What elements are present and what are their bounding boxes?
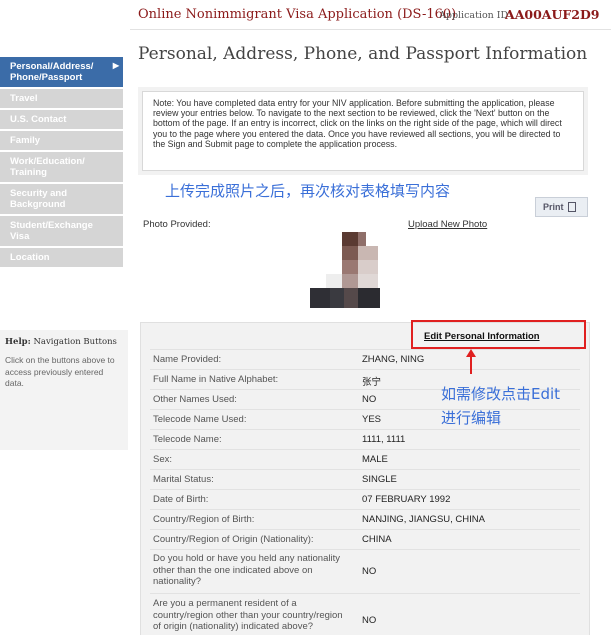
row-label: Marital Status: xyxy=(153,474,214,485)
table-row: Date of Birth: 07 FEBRUARY 1992 xyxy=(150,489,580,509)
sidebar-item-label: Location xyxy=(10,252,50,263)
row-value: NO xyxy=(362,615,377,626)
table-row: Telecode Name: 1111, 1111 xyxy=(150,429,580,449)
row-value: ZHANG, NING xyxy=(362,354,425,365)
row-label: Telecode Name Used: xyxy=(153,414,247,425)
print-icon xyxy=(567,202,576,212)
sidebar-item-student-exchange[interactable]: Student/Exchange Visa xyxy=(0,216,123,246)
arrow-shaft xyxy=(470,356,472,374)
photo-pixel xyxy=(342,232,358,246)
sidebar-item-label: Personal/Address/ Phone/Passport xyxy=(10,61,94,83)
row-label: Do you hold or have you held any nationa… xyxy=(153,553,340,587)
row-label: Are you a permanent resident of a countr… xyxy=(153,598,343,632)
photo-pixel xyxy=(330,288,344,308)
row-value: 1111, 1111 xyxy=(362,434,406,445)
sidebar-item-label: Student/Exchange Visa xyxy=(10,220,93,242)
annotation-edit-line1: 如需修改点击Edit xyxy=(441,385,561,403)
sidebar-item-travel[interactable]: Travel xyxy=(0,89,123,108)
row-label: Sex: xyxy=(153,454,173,465)
row-value: NO xyxy=(362,566,377,577)
photo-pixel xyxy=(358,288,380,308)
row-value: NANJING, JIANGSU, CHINA xyxy=(362,514,485,525)
sidebar-item-work-education[interactable]: Work/Education/ Training xyxy=(0,152,123,182)
print-label: Print xyxy=(543,202,564,212)
table-row: Do you hold or have you held any nationa… xyxy=(150,549,580,593)
row-label: Country/Region of Origin (Nationality): xyxy=(153,534,314,545)
row-value: 张宁 xyxy=(362,377,382,388)
photo-pixel xyxy=(342,274,358,288)
table-row: Country/Region of Origin (Nationality): C… xyxy=(150,529,580,549)
app-title: Online Nonimmigrant Visa Application (DS… xyxy=(138,7,457,22)
sidebar-item-security[interactable]: Security and Background xyxy=(0,184,123,214)
row-label: Country/Region of Birth: xyxy=(153,514,255,525)
table-row: Marital Status: SINGLE xyxy=(150,469,580,489)
print-button[interactable]: Print xyxy=(535,197,588,217)
photo-provided-label: Photo Provided: xyxy=(143,219,211,230)
row-label: Name Provided: xyxy=(153,354,222,365)
row-value: SINGLE xyxy=(362,474,397,485)
note-text: Note: You have completed data entry for … xyxy=(142,91,584,171)
row-value: NO xyxy=(362,394,377,405)
photo-pixel xyxy=(358,274,378,288)
sidebar-item-family[interactable]: Family xyxy=(0,131,123,150)
sidebar-item-label: Security and Background xyxy=(10,188,68,210)
help-text: Click on the buttons above to access pre… xyxy=(5,355,115,388)
photo-pixel xyxy=(342,260,358,274)
note-panel: Note: You have completed data entry for … xyxy=(138,87,588,175)
sidebar-item-location[interactable]: Location xyxy=(0,248,123,267)
applicant-photo xyxy=(310,232,384,310)
help-title-rest: Navigation Buttons xyxy=(30,337,117,347)
help-title: Help: Navigation Buttons xyxy=(5,337,123,347)
application-id-label: Application ID xyxy=(439,10,509,21)
help-title-bold: Help: xyxy=(5,337,31,347)
photo-pixel xyxy=(326,274,342,288)
upload-new-photo-link[interactable]: Upload New Photo xyxy=(408,219,487,230)
sidebar-item-label: Family xyxy=(10,135,41,146)
photo-pixel xyxy=(358,232,366,246)
photo-pixel xyxy=(344,288,358,308)
sidebar-item-label: Work/Education/ Training xyxy=(10,156,85,178)
row-value: CHINA xyxy=(362,534,392,545)
help-panel: Help: Navigation Buttons Click on the bu… xyxy=(0,330,128,450)
photo-pixel xyxy=(310,288,330,308)
arrow-right-icon: ▶ xyxy=(112,61,119,70)
page-title: Personal, Address, Phone, and Passport I… xyxy=(138,44,588,64)
annotation-review: 上传完成照片之后，再次核对表格填写内容 xyxy=(165,182,451,200)
row-value: 07 FEBRUARY 1992 xyxy=(362,494,451,505)
sidebar-item-label: Travel xyxy=(10,93,38,104)
application-id-value: AA00AUF2D9 xyxy=(505,7,600,22)
sidebar-item-personal[interactable]: Personal/Address/ Phone/Passport ▶ xyxy=(0,57,123,87)
table-row: Country/Region of Birth: NANJING, JIANGSU… xyxy=(150,509,580,529)
table-row: Name Provided: ZHANG, NING xyxy=(150,349,580,369)
annotation-edit: 如需修改点击Edit 进行编辑 xyxy=(441,382,560,430)
photo-pixel xyxy=(342,246,358,260)
annotation-edit-line2: 进行编辑 xyxy=(441,409,502,427)
sidebar-item-label: U.S. Contact xyxy=(10,114,67,125)
table-row: Sex: MALE xyxy=(150,449,580,469)
table-row: Are you a permanent resident of a countr… xyxy=(150,593,580,635)
photo-pixel xyxy=(358,246,378,260)
row-value: MALE xyxy=(362,454,388,465)
sidebar-item-us-contact[interactable]: U.S. Contact xyxy=(0,110,123,129)
app-header: Online Nonimmigrant Visa Application (DS… xyxy=(130,0,611,30)
row-value: YES xyxy=(362,414,382,425)
row-label: Full Name in Native Alphabet: xyxy=(153,374,279,385)
row-label: Telecode Name: xyxy=(153,434,222,445)
row-label: Other Names Used: xyxy=(153,394,237,405)
edit-personal-information-link[interactable]: Edit Personal Information xyxy=(424,331,540,342)
row-label: Date of Birth: xyxy=(153,494,209,505)
sidebar-nav: Personal/Address/ Phone/Passport ▶ Trave… xyxy=(0,57,123,269)
photo-pixel xyxy=(358,260,378,274)
